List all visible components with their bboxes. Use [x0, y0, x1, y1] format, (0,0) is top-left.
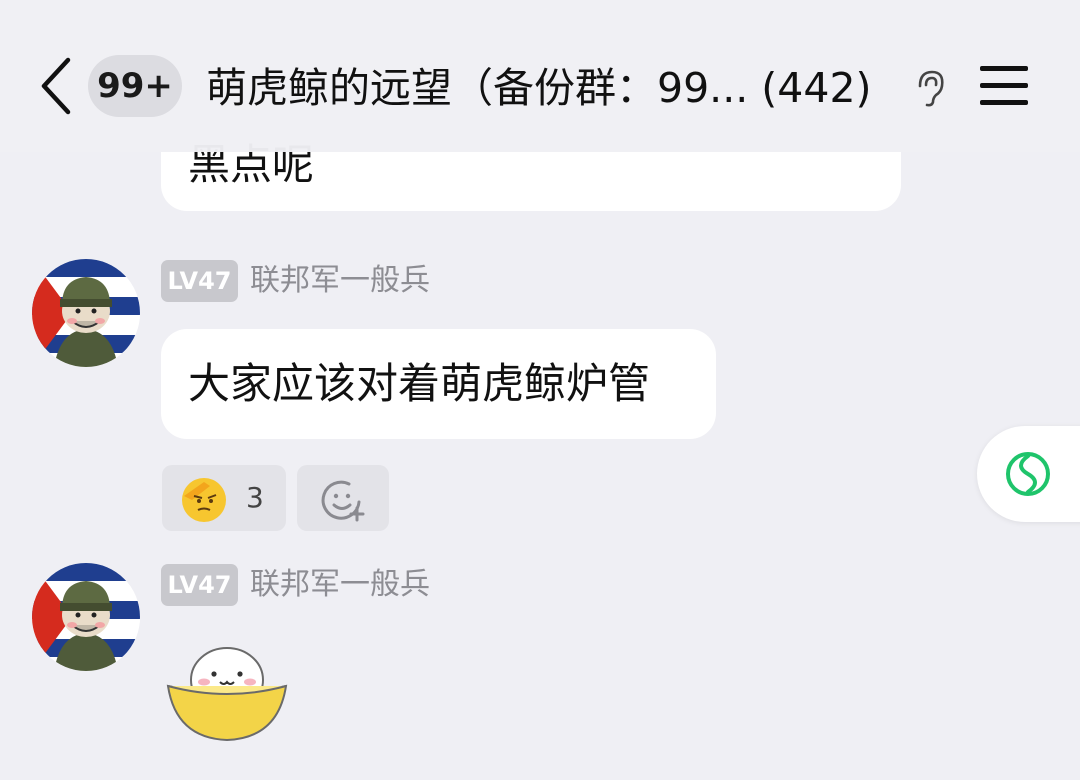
- reaction-salute-button[interactable]: 3: [162, 465, 286, 531]
- level-badge: LV47: [161, 260, 238, 302]
- chat-area: 黑点呢 LV47 联邦军一般兵 大家应该对着萌虎鲸炉管 3 LV47 联邦军一般…: [0, 0, 1080, 780]
- avatar[interactable]: [32, 259, 140, 367]
- chevron-left-icon: [41, 57, 71, 115]
- add-reaction-button[interactable]: [297, 465, 389, 531]
- level-badge: LV47: [161, 564, 238, 606]
- reaction-count: 3: [246, 481, 264, 514]
- sender-name[interactable]: 联邦军一般兵: [250, 260, 430, 302]
- add-reaction-icon: [321, 480, 365, 522]
- avatar[interactable]: [32, 563, 140, 671]
- sticker-image[interactable]: [160, 642, 294, 746]
- sender-name[interactable]: 联邦军一般兵: [250, 564, 430, 606]
- hamburger-menu-icon[interactable]: [978, 64, 1030, 108]
- ear-icon[interactable]: [912, 68, 948, 108]
- chat-header: 99+ 萌虎鲸的远望（备份群：99... (442): [0, 0, 1080, 152]
- salute-emoji-icon: [182, 478, 226, 522]
- message-bubble[interactable]: 大家应该对着萌虎鲸炉管: [161, 329, 716, 439]
- unread-count-badge[interactable]: 99+: [88, 55, 182, 117]
- green-swirl-icon: [1006, 452, 1050, 496]
- message-text: 大家应该对着萌虎鲸炉管: [188, 359, 651, 408]
- chat-title[interactable]: 萌虎鲸的远望（备份群：99... (442): [206, 62, 872, 114]
- floating-assistant-button[interactable]: [977, 426, 1080, 522]
- back-button[interactable]: [34, 56, 80, 116]
